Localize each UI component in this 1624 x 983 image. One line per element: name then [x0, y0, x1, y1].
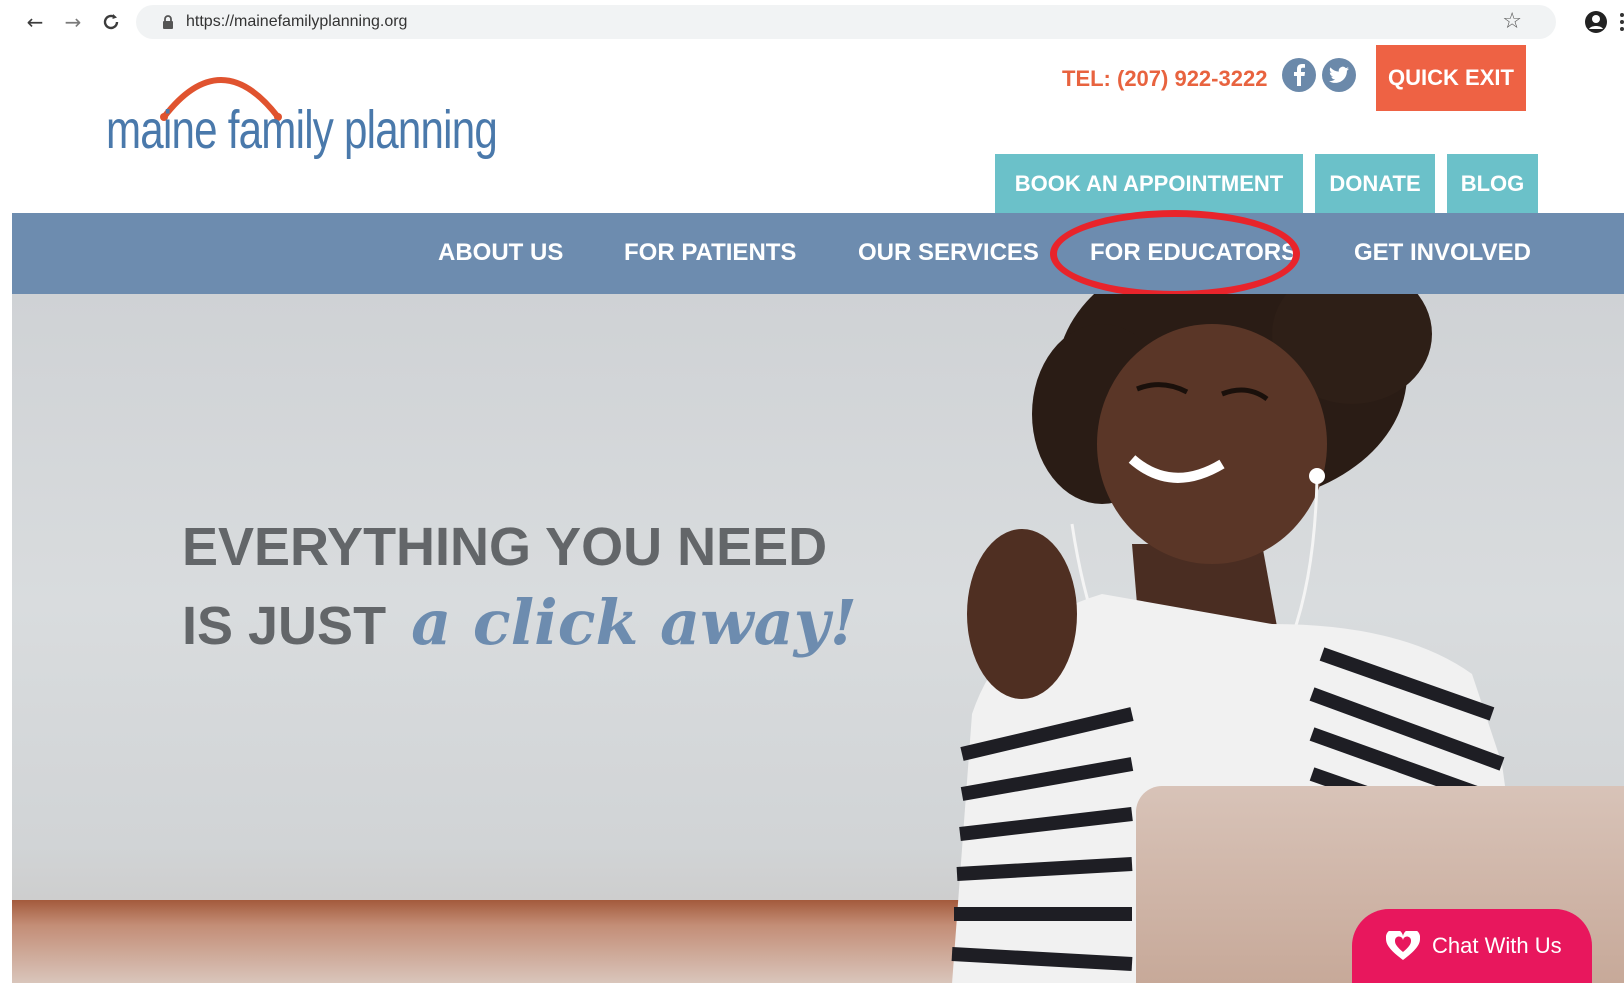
browser-toolbar: ← → https://mainefamilyplanning.org ☆	[12, 0, 1624, 46]
lock-icon	[163, 15, 173, 29]
site-header: maine family planning TEL: (207) 922-322…	[12, 45, 1624, 214]
hero-banner: EVERYTHING YOU NEED IS JUST a click away…	[12, 294, 1624, 983]
quick-exit-button[interactable]: QUICK EXIT	[1376, 45, 1526, 111]
nav-item-get-involved[interactable]: GET INVOLVED	[1354, 239, 1531, 267]
nav-item-for-patients[interactable]: FOR PATIENTS	[624, 239, 796, 267]
url-text: https://mainefamilyplanning.org	[186, 13, 408, 30]
forward-arrow-icon[interactable]: →	[60, 9, 86, 35]
blog-button[interactable]: BLOG	[1447, 154, 1538, 214]
nav-item-about-us[interactable]: ABOUT US	[438, 239, 563, 267]
phone-number[interactable]: TEL: (207) 922-3222	[1062, 66, 1267, 92]
annotation-highlight-circle	[1050, 210, 1300, 298]
hero-heading-line2: IS JUST a click away!	[182, 586, 857, 659]
logo-text: maine family planning	[106, 100, 498, 160]
kebab-menu-icon[interactable]	[1620, 12, 1624, 32]
chat-label: Chat With Us	[1432, 933, 1562, 958]
facebook-icon[interactable]	[1282, 58, 1316, 92]
donate-button[interactable]: DONATE	[1315, 154, 1435, 214]
account-icon[interactable]	[1584, 10, 1608, 34]
address-bar[interactable]: https://mainefamilyplanning.org ☆	[136, 5, 1556, 39]
back-arrow-icon[interactable]: ←	[22, 9, 48, 35]
book-appointment-button[interactable]: BOOK AN APPOINTMENT	[995, 154, 1303, 214]
twitter-icon[interactable]	[1322, 58, 1356, 92]
hero-heading-line1: EVERYTHING YOU NEED	[182, 517, 828, 577]
site-logo[interactable]: maine family planning	[106, 61, 498, 171]
hero-heading-script: a click away!	[411, 586, 857, 659]
hero-heading-prefix: IS JUST	[182, 596, 387, 656]
nav-item-our-services[interactable]: OUR SERVICES	[858, 239, 1039, 267]
reload-icon[interactable]	[98, 9, 124, 35]
heart-chat-icon	[1386, 931, 1420, 960]
bookmark-star-icon[interactable]: ☆	[1502, 9, 1522, 34]
chat-with-us-button[interactable]: Chat With Us	[1352, 909, 1592, 983]
main-navigation: ABOUT US FOR PATIENTS OUR SERVICES FOR E…	[12, 213, 1624, 300]
